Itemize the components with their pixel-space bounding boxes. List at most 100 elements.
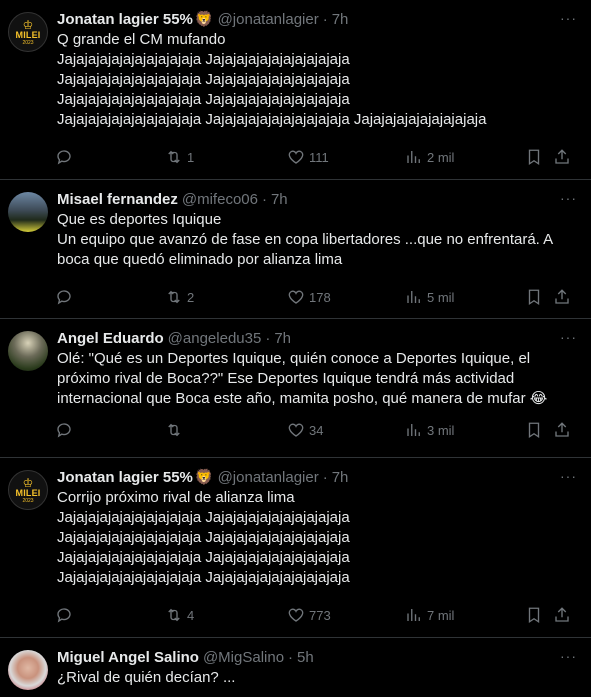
avatar-logo-text: MILEI [15,487,41,498]
share-button[interactable] [553,148,571,166]
views-count: 3 mil [427,422,455,438]
timestamp[interactable]: 7h [332,10,349,30]
more-options-icon[interactable]: ··· [560,329,577,345]
like-count: 34 [309,422,324,438]
author-name[interactable]: Jonatan lagier 55% [57,468,193,488]
timestamp[interactable]: 5h [297,648,314,668]
tweet-actions: 2 178 5 mil [57,280,575,316]
like-button[interactable]: 34 [287,421,323,439]
views-count: 7 mil [427,607,455,623]
bookmark-icon [528,289,540,306]
timeline-feed: ♔ MILEI 2023 Jonatan lagier 55% 🦁 @jonat… [0,0,591,697]
tweet[interactable]: ♔ MILEI 2023 Jonatan lagier 55% 🦁 @jonat… [0,458,591,638]
bookmark-icon [528,422,540,439]
analytics-icon [407,151,420,163]
share-icon [555,607,569,622]
tweet[interactable]: Misael fernandez @mifeco06 · 7h ··· Que … [0,180,591,319]
heart-icon [288,150,304,164]
share-icon [555,289,569,304]
tweet-text: ¿Rival de quién decían? ... [57,669,236,686]
like-count: 178 [309,289,331,305]
share-icon [555,149,569,164]
reply-button[interactable] [55,421,77,439]
author-handle[interactable]: @jonatanlagier [218,468,319,488]
timestamp[interactable]: 7h [332,468,349,488]
analytics-icon [407,609,420,621]
reply-button[interactable] [55,288,77,306]
tweet-actions: 34 3 mil [57,413,575,449]
tweet-text: Q grande el CM mufando Jajajajajajajajaj… [57,31,487,128]
author-name[interactable]: Jonatan lagier 55% [57,10,193,30]
reply-button[interactable] [55,148,77,166]
author-handle[interactable]: @jonatanlagier [218,10,319,30]
retweet-icon [168,150,180,164]
tweet-text: Que es deportes Iquique Un equipo que av… [57,211,553,268]
bookmark-icon [528,149,540,166]
tweet-actions: 1 111 2 mil [57,140,575,176]
retweet-count: 4 [187,607,195,623]
timestamp[interactable]: 7h [274,329,291,349]
badge-emoji: 🦁 [194,469,214,486]
tweet-header: Misael fernandez @mifeco06 · 7h [57,190,575,210]
heart-icon [288,608,304,622]
tweet-header: Angel Eduardo @angeledu35 · 7h [57,329,575,349]
author-name[interactable]: Angel Eduardo [57,329,164,349]
like-count: 111 [309,149,329,165]
share-icon [555,422,569,437]
more-options-icon[interactable]: ··· [560,468,577,484]
more-options-icon[interactable]: ··· [560,10,577,26]
author-name[interactable]: Misael fernandez [57,190,178,210]
reply-icon [57,608,71,623]
avatar[interactable] [8,331,48,371]
author-handle[interactable]: @MigSalino [203,648,284,668]
author-handle[interactable]: @angeledu35 [168,329,262,349]
bookmark-button[interactable] [525,288,543,306]
tweet-header: Miguel Angel Salino @MigSalino · 5h [57,648,575,668]
tweet[interactable]: ♔ MILEI 2023 Jonatan lagier 55% 🦁 @jonat… [0,0,591,180]
avatar[interactable] [8,650,48,690]
analytics-icon [407,424,420,436]
reply-icon [57,150,71,165]
avatar-logo-year: 2023 [22,497,34,504]
retweet-button[interactable] [165,421,187,439]
share-button[interactable] [553,606,571,624]
share-button[interactable] [553,288,571,306]
tweet-actions: 4 773 7 mil [57,598,575,634]
heart-icon [288,290,304,304]
views-button[interactable]: 2 mil [405,148,454,166]
bookmark-button[interactable] [525,606,543,624]
views-button[interactable]: 7 mil [405,606,454,624]
author-name[interactable]: Miguel Angel Salino [57,648,199,668]
separator: · [261,191,267,208]
reply-icon [57,423,71,438]
like-button[interactable]: 773 [287,606,331,624]
retweet-icon [168,608,180,622]
retweet-button[interactable]: 2 [165,288,194,306]
bookmark-button[interactable] [525,421,543,439]
separator: · [322,11,328,28]
more-options-icon[interactable]: ··· [560,648,577,664]
like-button[interactable]: 111 [287,148,329,166]
more-options-icon[interactable]: ··· [560,190,577,206]
share-button[interactable] [553,421,571,439]
reply-button[interactable] [55,606,77,624]
separator: · [288,649,294,666]
retweet-icon [168,290,180,304]
tweet[interactable]: Angel Eduardo @angeledu35 · 7h ··· Olé: … [0,319,591,458]
retweet-button[interactable]: 4 [165,606,194,624]
bookmark-icon [528,607,540,624]
tweet[interactable]: Miguel Angel Salino @MigSalino · 5h ··· … [0,638,591,697]
retweet-button[interactable]: 1 [165,148,194,166]
avatar[interactable] [8,192,48,232]
views-button[interactable]: 5 mil [405,288,454,306]
avatar-logo-year: 2023 [22,39,34,46]
bookmark-button[interactable] [525,148,543,166]
retweet-icon [168,423,180,437]
timestamp[interactable]: 7h [271,190,288,210]
views-button[interactable]: 3 mil [405,421,454,439]
like-button[interactable]: 178 [287,288,331,306]
avatar[interactable]: ♔ MILEI 2023 [8,12,48,52]
author-handle[interactable]: @mifeco06 [182,190,258,210]
avatar-logo-text: MILEI [15,29,41,40]
avatar[interactable]: ♔ MILEI 2023 [8,470,48,510]
